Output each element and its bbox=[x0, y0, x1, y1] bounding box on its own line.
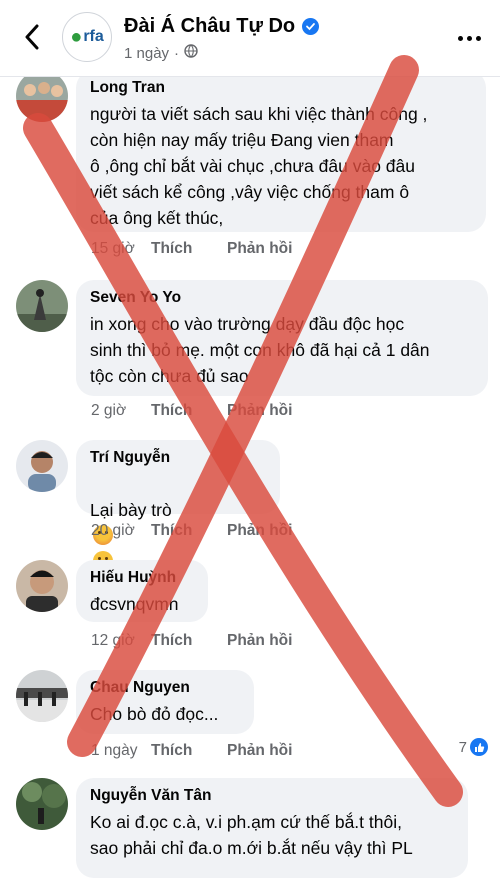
comment-author[interactable]: Trí Nguyễn bbox=[90, 448, 266, 467]
rfa-logo-text: rfa bbox=[83, 28, 104, 45]
page-title[interactable]: Đài Á Châu Tự Do bbox=[124, 15, 320, 38]
reply-button[interactable]: Phản hồi bbox=[227, 742, 292, 760]
comment-time: 1 ngày bbox=[91, 742, 138, 759]
rfa-logo-dot-icon: ● bbox=[70, 25, 83, 48]
comment-bubble: Nguyễn Văn Tân Ko ai đ.ọc c.à, v.i ph.ạm… bbox=[76, 778, 468, 878]
comment-bubble: Trí Nguyễn Lại bày trò bbox=[76, 440, 280, 597]
comment-author[interactable]: Chau Nguyen bbox=[90, 678, 240, 697]
reply-button[interactable]: Phản hồi bbox=[227, 402, 292, 420]
comment-time: 15 giờ bbox=[91, 240, 135, 257]
reaction-count-badge[interactable]: 7 bbox=[459, 738, 488, 756]
post-meta: 1 ngày · bbox=[124, 44, 198, 62]
comment-text: Ko ai đ.ọc c.à, v.i ph.ạm cứ thế bắ.t th… bbox=[90, 812, 413, 858]
reaction-count: 7 bbox=[458, 738, 467, 756]
comment-time: 2 giờ bbox=[91, 402, 127, 419]
like-button[interactable]: Thích bbox=[151, 742, 227, 760]
back-arrow-icon[interactable] bbox=[18, 22, 46, 52]
avatar[interactable] bbox=[16, 280, 68, 332]
comment-actions: 20 giờ Thích Phản hồi bbox=[91, 522, 292, 540]
comment-bubble: Hiếu Huỳnh đcsvnqvmn bbox=[76, 560, 208, 622]
comment-text: đcsvnqvmn bbox=[90, 594, 179, 614]
post-header: ● rfa Đài Á Châu Tự Do 1 ngày · bbox=[0, 0, 500, 77]
comment-text: in xong cho vào trường dạy đầu độc học s… bbox=[90, 314, 430, 386]
avatar[interactable] bbox=[16, 670, 68, 722]
comment-text-body: Lại bày trò bbox=[90, 500, 172, 520]
comment-time: 12 giờ bbox=[91, 632, 135, 649]
page-name-text[interactable]: Đài Á Châu Tự Do bbox=[124, 15, 295, 38]
comment-text: người ta viết sách sau khi việc thành cô… bbox=[90, 104, 428, 228]
comment-actions: 2 giờ Thích Phản hồi bbox=[91, 402, 292, 420]
avatar[interactable] bbox=[16, 560, 68, 612]
comment-author[interactable]: Long Tran bbox=[90, 78, 472, 97]
comment-bubble: Long Tran người ta viết sách sau khi việ… bbox=[76, 70, 486, 232]
like-button[interactable]: Thích bbox=[151, 522, 227, 540]
avatar[interactable] bbox=[16, 440, 68, 492]
comment-actions: 15 giờ Thích Phản hồi bbox=[91, 240, 292, 258]
comment-time: 20 giờ bbox=[91, 522, 135, 539]
avatar[interactable] bbox=[16, 70, 68, 122]
reply-button[interactable]: Phản hồi bbox=[227, 522, 292, 540]
comment-author[interactable]: Nguyễn Văn Tân bbox=[90, 786, 454, 805]
page-avatar[interactable]: ● rfa bbox=[62, 12, 112, 62]
avatar[interactable] bbox=[16, 778, 68, 830]
comment-actions: 12 giờ Thích Phản hồi bbox=[91, 632, 292, 650]
thumbs-up-icon bbox=[470, 738, 488, 756]
verified-badge-icon bbox=[302, 18, 320, 35]
comment-author[interactable]: Hiếu Huỳnh bbox=[90, 568, 194, 587]
like-button[interactable]: Thích bbox=[151, 240, 227, 258]
comment-bubble: Seven Yo Yo in xong cho vào trường dạy đ… bbox=[76, 280, 488, 396]
more-options-icon[interactable] bbox=[454, 26, 484, 50]
like-button[interactable]: Thích bbox=[151, 402, 227, 420]
like-button[interactable]: Thích bbox=[151, 632, 227, 650]
comment-actions: 1 ngày Thích Phản hồi bbox=[91, 742, 292, 760]
reply-button[interactable]: Phản hồi bbox=[227, 632, 292, 650]
reply-button[interactable]: Phản hồi bbox=[227, 240, 292, 258]
globe-icon bbox=[184, 44, 198, 62]
comment-bubble: Chau Nguyen Cho bò đỏ đọc... bbox=[76, 670, 254, 734]
post-time[interactable]: 1 ngày bbox=[124, 45, 169, 62]
meta-separator: · bbox=[174, 44, 180, 62]
comment-text: Cho bò đỏ đọc... bbox=[90, 704, 219, 724]
comment-author[interactable]: Seven Yo Yo bbox=[90, 288, 474, 307]
